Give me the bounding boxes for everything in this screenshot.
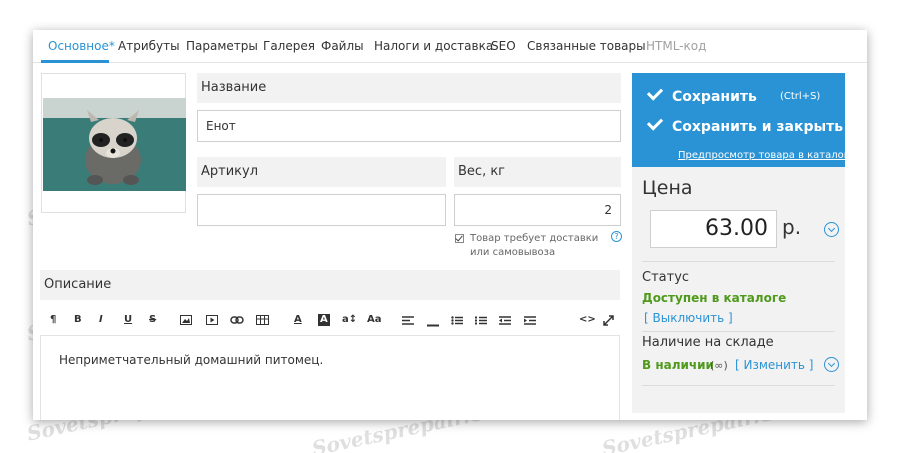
tab-parameters[interactable]: Параметры [186, 39, 258, 53]
tab-taxes-shipping[interactable]: Налоги и доставка [374, 39, 493, 53]
shipping-checkbox-label: Товар требует доставки или самовывоза [470, 233, 599, 258]
side-panel: Цена 63.00 р. Статус Доступен в каталоге… [632, 167, 845, 413]
tab-main[interactable]: Основное* [48, 39, 115, 53]
sku-label: Артикул [197, 157, 446, 187]
source-code-icon[interactable]: <> [579, 314, 596, 326]
description-editor[interactable]: Неприметчательный домашний питомец. [40, 336, 620, 420]
checkmark-icon [646, 114, 664, 131]
tab-attributes[interactable]: Атрибуты [118, 39, 180, 53]
underline-icon[interactable]: U [124, 314, 132, 326]
product-edit-card: Основное* Атрибуты Параметры Галерея Фай… [33, 30, 867, 420]
editor-toolbar: ¶ B I U S A A a↕ Aa <> [40, 306, 620, 336]
tab-files[interactable]: Файлы [321, 39, 364, 53]
stock-infinity: (∞) [710, 359, 728, 372]
save-button-label: Сохранить [672, 89, 757, 105]
strikethrough-icon[interactable]: S [149, 314, 156, 326]
divider [642, 331, 835, 332]
align-left-icon[interactable] [402, 316, 414, 329]
outdent-icon[interactable] [499, 316, 511, 329]
save-and-close-label: Сохранить и закрыть [672, 119, 844, 135]
active-tab-indicator [41, 60, 109, 63]
numbered-list-icon[interactable] [475, 316, 487, 329]
name-label: Название [197, 73, 621, 103]
stock-label: Наличие на складе [642, 335, 774, 350]
bullet-list-icon[interactable] [451, 316, 463, 329]
description-label: Описание [40, 270, 620, 300]
paragraph-icon[interactable]: ¶ [50, 314, 56, 326]
chevron-down-icon[interactable] [824, 222, 839, 237]
sku-input[interactable] [197, 194, 446, 226]
change-stock-link[interactable]: [ Изменить ] [735, 358, 814, 372]
tab-html-code[interactable]: HTML-код [646, 39, 706, 53]
table-icon[interactable] [256, 315, 269, 329]
divider [642, 261, 835, 262]
video-icon[interactable] [206, 315, 218, 329]
text-case-icon[interactable]: Aa [367, 314, 382, 326]
fullscreen-icon[interactable] [603, 315, 614, 330]
tab-related-products[interactable]: Связанные товары [527, 39, 646, 53]
currency-label: р. [782, 215, 802, 239]
save-button[interactable]: Сохранить [646, 84, 757, 105]
disable-product-link[interactable]: [ Выключить ] [644, 311, 733, 325]
stock-value: В наличии [642, 358, 714, 372]
tab-bar: Основное* Атрибуты Параметры Галерея Фай… [33, 30, 867, 63]
status-label: Статус [642, 270, 690, 285]
horizontal-rule-icon[interactable] [427, 319, 439, 331]
tab-gallery[interactable]: Галерея [263, 39, 315, 53]
chevron-down-icon[interactable] [824, 357, 839, 372]
save-panel: Сохранить (Ctrl+S) Сохранить и закрыть П… [632, 73, 855, 167]
preview-product-link[interactable]: Предпросмотр товара в каталоге [678, 150, 855, 161]
weight-label: Вес, кг [454, 157, 621, 187]
save-shortcut: (Ctrl+S) [780, 91, 821, 102]
indent-icon[interactable] [524, 316, 536, 329]
bold-icon[interactable]: B [74, 314, 82, 326]
raccoon-photo [43, 98, 186, 191]
font-color-icon[interactable]: A [294, 314, 302, 326]
weight-input[interactable]: 2 [454, 194, 621, 226]
checkmark-icon [646, 84, 664, 101]
price-input[interactable]: 63.00 [650, 210, 777, 248]
product-image-box[interactable] [41, 73, 186, 213]
divider [642, 385, 835, 386]
link-icon[interactable] [230, 315, 244, 329]
font-size-icon[interactable]: a↕ [342, 314, 357, 326]
help-icon[interactable]: ? [611, 231, 622, 242]
status-value: Доступен в каталоге [642, 291, 787, 305]
save-and-close-button[interactable]: Сохранить и закрыть [646, 114, 844, 135]
shipping-checkbox[interactable] [455, 234, 464, 243]
product-photo [43, 98, 186, 191]
price-label: Цена [642, 177, 693, 199]
description-text: Неприметчательный домашний питомец. [59, 353, 324, 367]
tab-seo[interactable]: SEO [491, 39, 516, 53]
italic-icon[interactable]: I [99, 314, 103, 326]
background-color-icon[interactable]: A [318, 314, 330, 326]
image-icon[interactable] [180, 315, 192, 329]
name-input[interactable]: Енот [197, 110, 621, 142]
